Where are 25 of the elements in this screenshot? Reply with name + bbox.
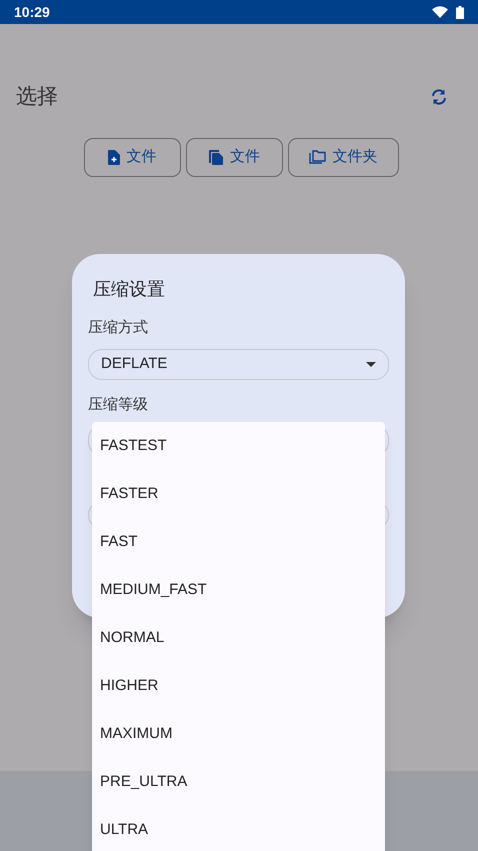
file-picker-button[interactable]: 文件 — [84, 138, 180, 176]
page-title: 选择 — [16, 84, 58, 110]
refresh-icon[interactable] — [430, 88, 448, 105]
field-label: 压缩等级 — [88, 394, 149, 414]
menu-item[interactable]: HIGHER — [92, 662, 385, 710]
dropdown-field[interactable]: DEFLATE — [88, 348, 389, 380]
menu-item[interactable]: FASTEST — [92, 422, 385, 470]
menu-item[interactable]: FAST — [92, 518, 385, 566]
menu-item[interactable]: MAXIMUM — [92, 710, 385, 758]
file-picker-button[interactable]: 文件 — [186, 138, 282, 176]
menu-item[interactable]: MEDIUM_FAST — [92, 566, 385, 614]
menu-item[interactable]: FASTER — [92, 470, 385, 518]
dialog-title: 压缩设置 — [92, 278, 166, 301]
caret-icon — [366, 362, 376, 366]
menu-item[interactable]: NORMAL — [92, 614, 385, 662]
file-picker-button[interactable]: 文件夹 — [288, 138, 398, 176]
files-icon — [208, 149, 223, 165]
folder-icon — [308, 150, 326, 164]
menu-item[interactable]: PRE_ULTRA — [92, 758, 385, 806]
battery-icon — [456, 6, 464, 18]
field-label: 压缩方式 — [88, 318, 149, 338]
wifi-icon — [432, 6, 448, 18]
menu-item[interactable]: ULTRA — [92, 806, 385, 851]
file-add-icon — [108, 150, 120, 164]
status-time: 10:29 — [14, 2, 50, 22]
